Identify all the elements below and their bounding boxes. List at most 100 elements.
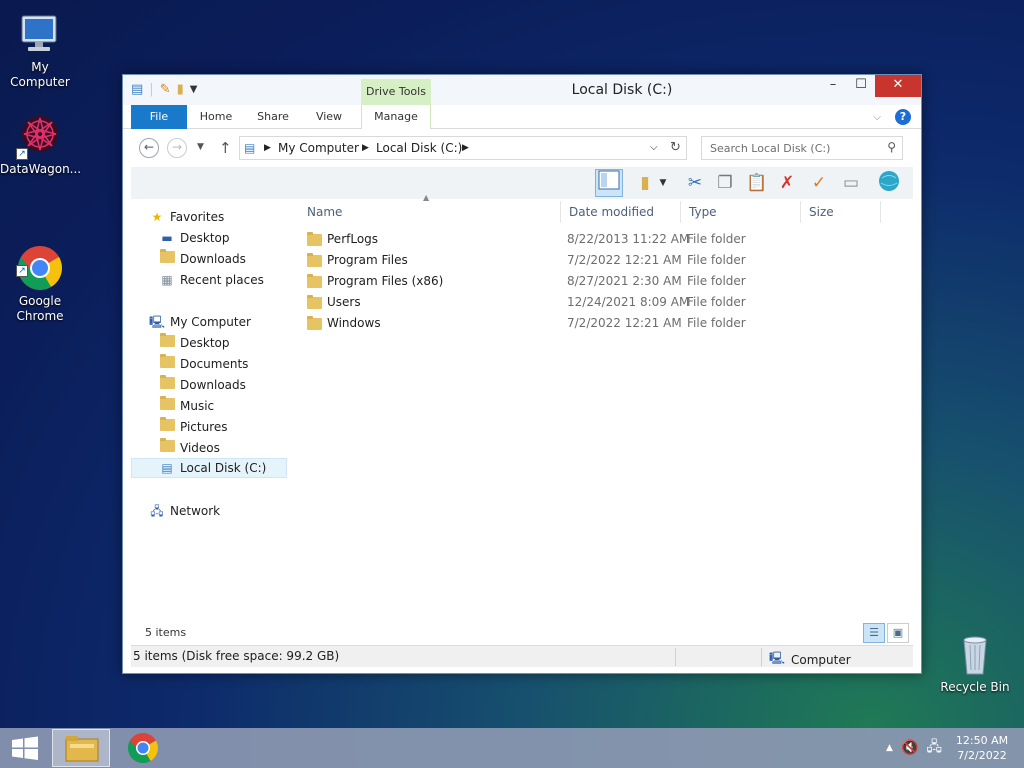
nav-computer-music[interactable]: Music (159, 396, 214, 416)
help-icon[interactable]: ? (895, 109, 911, 125)
nav-computer-local-disk[interactable]: ▤ Local Disk (C:) (131, 458, 287, 478)
up-arrow-icon[interactable]: ↑ (219, 139, 232, 157)
clock-time: 12:50 AM (955, 734, 1009, 747)
breadcrumb-local-disk[interactable]: Local Disk (C:) (376, 141, 462, 155)
column-header-name[interactable]: Name (299, 201, 561, 223)
computer-icon (16, 10, 64, 58)
address-bar[interactable]: ▤ ▶ My Computer ▶ Local Disk (C:) ▶ ⌵ ↻ (239, 136, 687, 160)
close-button[interactable]: ✕ (875, 75, 921, 97)
preview-pane-toggle-icon[interactable] (595, 169, 623, 197)
rename-icon[interactable]: ✓ (805, 169, 833, 197)
column-header-date-modified[interactable]: Date modified (561, 201, 681, 223)
network-icon: 🖧 (150, 504, 164, 518)
nav-computer-documents[interactable]: Documents (159, 354, 248, 374)
delete-icon[interactable]: ✗ (773, 169, 801, 197)
file-list: ▲ Name Date modified Type Size PerfLogs … (299, 193, 913, 619)
large-icons-view-icon[interactable]: ▣ (887, 623, 909, 643)
recycle-bin-icon (951, 630, 999, 678)
taskbar-google-chrome[interactable] (114, 729, 172, 767)
breadcrumb-my-computer[interactable]: My Computer (278, 141, 359, 155)
search-box[interactable]: ⚲ (701, 136, 903, 160)
table-row[interactable]: Program Files (x86) 8/27/2021 2:30 AM Fi… (303, 271, 909, 292)
column-header-type[interactable]: Type (681, 201, 801, 223)
globe-icon[interactable] (875, 169, 903, 197)
recent-locations-chevron-icon[interactable]: ▼ (197, 142, 204, 152)
column-header-size[interactable]: Size (801, 201, 881, 223)
address-history-chevron-icon[interactable]: ⌵ (650, 142, 658, 153)
desktop-icon-datawagon[interactable]: ↗ DataWagon... (0, 112, 81, 177)
shortcut-arrow-icon: ↗ (16, 265, 28, 277)
desktop-folder-icon (159, 333, 175, 351)
folder-icon (307, 232, 322, 246)
desktop-icon-recycle-bin[interactable]: Recycle Bin (935, 630, 1015, 695)
videos-folder-icon (159, 438, 175, 456)
tab-file[interactable]: File (131, 105, 187, 129)
chevron-down-icon[interactable]: ▼ (655, 169, 671, 197)
tab-home[interactable]: Home (193, 105, 239, 129)
nav-computer-videos[interactable]: Videos (159, 438, 220, 458)
maximize-button[interactable]: ☐ (847, 75, 875, 97)
desktop-icon-google-chrome[interactable]: ↗ Google Chrome (0, 214, 80, 339)
copy-icon[interactable]: ❐ (711, 169, 739, 197)
table-row[interactable]: PerfLogs 8/22/2013 11:22 AM File folder (303, 229, 909, 250)
nav-label: Favorites (170, 210, 225, 224)
network-icon[interactable]: 🖧 (926, 736, 942, 760)
nav-label: Pictures (180, 420, 228, 434)
details-view-icon[interactable]: ☰ (863, 623, 885, 643)
file-name: Users (327, 295, 361, 309)
file-date: 12/24/2021 8:09 AM (567, 295, 690, 309)
table-row[interactable]: Program Files 7/2/2022 12:21 AM File fol… (303, 250, 909, 271)
nav-label: Downloads (180, 378, 246, 392)
search-icon[interactable]: ⚲ (887, 140, 896, 154)
volume-muted-icon[interactable]: 🔇 (901, 740, 918, 756)
system-tray: ▲ 🔇 🖧 12:50 AM 7/2/2022 (886, 728, 1024, 768)
start-button[interactable] (0, 728, 50, 768)
documents-folder-icon (159, 354, 175, 372)
status-bar: 5 items (Disk free space: 99.2 GB) 🖳 Com… (131, 645, 913, 667)
tab-manage[interactable]: Manage (361, 105, 431, 129)
address-row: ← → ▼ ↑ ▤ ▶ My Computer ▶ Local Disk (C:… (123, 131, 921, 167)
desktop-icon-my-computer[interactable]: My Computer (0, 10, 80, 90)
paste-icon[interactable]: 📋 (743, 169, 771, 197)
window-title: Local Disk (C:) (571, 82, 673, 98)
nav-favorites-recent-places[interactable]: ▦ Recent places (159, 270, 264, 290)
shortcut-arrow-icon: ↗ (16, 148, 28, 160)
nav-network[interactable]: 🖧 Network (149, 501, 220, 521)
taskbar-file-explorer[interactable] (52, 729, 110, 767)
search-input[interactable] (702, 137, 872, 159)
nav-my-computer[interactable]: 🖳 My Computer (149, 312, 251, 332)
nav-label: Desktop (180, 336, 230, 350)
table-row[interactable]: Users 12/24/2021 8:09 AM File folder (303, 292, 909, 313)
back-button[interactable]: ← (139, 138, 159, 158)
forward-button[interactable]: → (167, 138, 187, 158)
minimize-button[interactable]: – (819, 75, 847, 97)
file-name: Program Files (x86) (327, 274, 444, 288)
breadcrumb-separator-icon[interactable]: ▶ (362, 143, 369, 153)
chevron-down-icon[interactable]: ⌵ (873, 112, 881, 123)
file-date: 8/22/2013 11:22 AM (567, 232, 690, 246)
explorer-window: ▤ | ✎ ▮ ▼ Drive Tools Local Disk (C:) – … (122, 74, 922, 674)
tab-view[interactable]: View (307, 105, 351, 129)
cut-icon[interactable]: ✂ (681, 169, 709, 197)
breadcrumb-separator-icon[interactable]: ▶ (264, 143, 271, 153)
folder-icon (307, 253, 322, 267)
title-bar[interactable]: ▤ | ✎ ▮ ▼ Drive Tools Local Disk (C:) – … (123, 75, 921, 105)
nav-computer-pictures[interactable]: Pictures (159, 417, 228, 437)
tab-share[interactable]: Share (249, 105, 297, 129)
properties-icon[interactable]: ▭ (837, 169, 865, 197)
chrome-icon (127, 733, 159, 764)
file-date: 7/2/2022 12:21 AM (567, 316, 682, 330)
drive-icon: ▤ (161, 461, 173, 475)
nav-computer-downloads[interactable]: Downloads (159, 375, 246, 395)
computer-icon: 🖳 (149, 315, 166, 329)
table-row[interactable]: Windows 7/2/2022 12:21 AM File folder (303, 313, 909, 334)
refresh-icon[interactable]: ↻ (670, 140, 681, 155)
nav-favorites[interactable]: ★ Favorites (149, 207, 225, 227)
breadcrumb-separator-icon[interactable]: ▶ (462, 143, 469, 153)
clock[interactable]: 12:50 AM 7/2/2022 (950, 733, 1014, 763)
nav-favorites-downloads[interactable]: Downloads (159, 249, 246, 269)
show-hidden-icons-icon[interactable]: ▲ (886, 743, 893, 753)
nav-computer-desktop[interactable]: Desktop (159, 333, 230, 353)
nav-favorites-desktop[interactable]: ▬ Desktop (159, 228, 229, 248)
file-type: File folder (687, 232, 746, 246)
